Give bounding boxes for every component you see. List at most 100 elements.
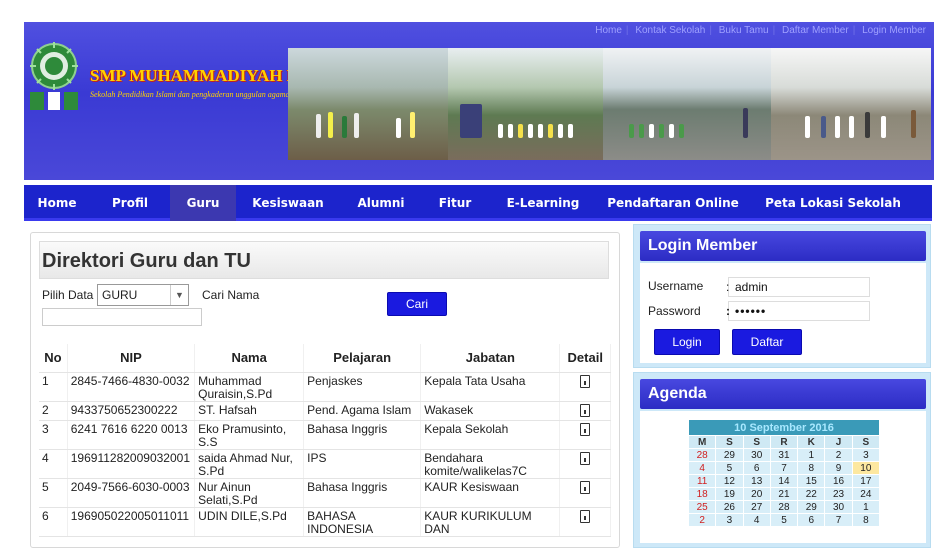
cell-jabatan: KAUR Kesiswaan: [420, 478, 561, 508]
calendar-day[interactable]: 10: [851, 461, 881, 475]
cell-nip: 9433750652300222: [67, 401, 196, 421]
calendar-day[interactable]: 13: [742, 474, 771, 488]
top-link-bukutamu[interactable]: Buku Tamu: [719, 25, 769, 36]
cell-jabatan: KAUR KURIKULUM DAN: [420, 507, 561, 537]
calendar-day[interactable]: 3: [851, 448, 881, 462]
cell-pelajaran: BAHASA INDONESIA: [303, 507, 422, 537]
calendar-day[interactable]: 3: [715, 513, 744, 527]
cell-no: 4: [39, 449, 68, 479]
calendar-day[interactable]: 4: [742, 513, 771, 527]
calendar-day[interactable]: 7: [769, 461, 799, 475]
cell-no: 2: [39, 401, 68, 421]
calendar-day[interactable]: 30: [824, 500, 853, 514]
calendar-day[interactable]: 11: [687, 474, 717, 488]
nav-profil[interactable]: Profil: [90, 185, 170, 221]
agenda-title: Agenda: [640, 379, 926, 409]
cell-detail: [559, 507, 611, 537]
document-icon[interactable]: [580, 374, 591, 388]
calendar-day[interactable]: 30: [742, 448, 771, 462]
calendar-day[interactable]: 7: [824, 513, 853, 527]
cell-nama: Muhammad Quraisin,S.Pd: [194, 372, 305, 402]
cari-button[interactable]: Cari: [387, 292, 447, 316]
page-title: Direktori Guru dan TU: [42, 250, 251, 272]
calendar-day[interactable]: 20: [742, 487, 771, 501]
document-icon[interactable]: [580, 422, 591, 436]
nav-peta-lokasi[interactable]: Peta Lokasi Sekolah: [748, 185, 918, 221]
calendar-day[interactable]: 29: [797, 500, 826, 514]
cell-jabatan: Kepala Sekolah: [420, 420, 561, 450]
cell-nip: 196911282009032001: [67, 449, 196, 479]
calendar-weekday: K: [797, 435, 826, 449]
nav-guru[interactable]: Guru: [170, 185, 236, 221]
login-button[interactable]: Login: [654, 329, 720, 355]
cell-detail: [559, 372, 611, 402]
top-link-daftar-member[interactable]: Daftar Member: [782, 25, 849, 36]
username-field[interactable]: : admin: [726, 277, 870, 297]
calendar-day[interactable]: 5: [769, 513, 799, 527]
cell-no: 1: [39, 372, 68, 402]
calendar-day[interactable]: 16: [824, 474, 853, 488]
calendar-day[interactable]: 22: [797, 487, 826, 501]
top-link-kontak[interactable]: Kontak Sekolah: [635, 25, 705, 36]
calendar-day[interactable]: 29: [715, 448, 744, 462]
calendar-day[interactable]: 6: [797, 513, 826, 527]
pilih-data-select[interactable]: GURU ▼: [97, 284, 189, 306]
calendar-day[interactable]: 14: [769, 474, 799, 488]
cell-detail: [559, 420, 611, 450]
password-label: Password: [648, 304, 701, 318]
cell-detail: [559, 449, 611, 479]
cell-nip: 2049-7566-6030-0003: [67, 478, 196, 508]
cell-jabatan: Wakasek: [420, 401, 561, 421]
nav-fitur[interactable]: Fitur: [422, 185, 488, 221]
search-input[interactable]: [42, 308, 202, 326]
calendar-day[interactable]: 24: [851, 487, 881, 501]
calendar-day[interactable]: 18: [687, 487, 717, 501]
calendar-week: 18 19 20 21 22 23 24: [687, 487, 881, 501]
calendar-month[interactable]: 10 September 2016: [688, 419, 880, 436]
calendar-day[interactable]: 26: [715, 500, 744, 514]
daftar-button[interactable]: Daftar: [732, 329, 802, 355]
header-photo-2: [448, 48, 603, 160]
password-field[interactable]: : ••••••: [726, 301, 870, 321]
document-icon[interactable]: [580, 403, 591, 417]
cell-no: 5: [39, 478, 68, 508]
top-link-login-member[interactable]: Login Member: [862, 25, 926, 36]
calendar-day[interactable]: 2: [824, 448, 853, 462]
calendar-day[interactable]: 12: [715, 474, 744, 488]
calendar-day[interactable]: 19: [715, 487, 744, 501]
username-value: admin: [735, 280, 768, 294]
login-panel: Login Member Username : admin Password : •…: [633, 224, 931, 368]
document-icon[interactable]: [580, 451, 591, 465]
col-nama: Nama: [194, 344, 305, 373]
calendar-day[interactable]: 4: [687, 461, 717, 475]
calendar-day[interactable]: 8: [851, 513, 881, 527]
calendar-day[interactable]: 23: [824, 487, 853, 501]
calendar-weekday: S: [715, 435, 744, 449]
nav-pendaftaran-online[interactable]: Pendaftaran Online: [598, 185, 748, 221]
top-link-home[interactable]: Home: [595, 25, 622, 36]
calendar-day[interactable]: 2: [687, 513, 717, 527]
calendar-day[interactable]: 21: [769, 487, 799, 501]
calendar-day[interactable]: 28: [769, 500, 799, 514]
nav-alumni[interactable]: Alumni: [340, 185, 422, 221]
document-icon[interactable]: [580, 509, 591, 523]
calendar-day[interactable]: 17: [851, 474, 881, 488]
nav-elearning[interactable]: E-Learning: [488, 185, 598, 221]
calendar-day[interactable]: 9: [824, 461, 853, 475]
calendar-day[interactable]: 8: [797, 461, 826, 475]
table-row: 2 9433750652300222 ST. Hafsah Pend. Agama I…: [39, 401, 611, 421]
calendar-day[interactable]: 6: [742, 461, 771, 475]
header-photo-4: [771, 48, 931, 160]
calendar-day[interactable]: 1: [851, 500, 881, 514]
calendar-day[interactable]: 25: [687, 500, 717, 514]
calendar-day[interactable]: 5: [715, 461, 744, 475]
calendar-day[interactable]: 28: [687, 448, 717, 462]
document-icon[interactable]: [580, 480, 591, 494]
calendar-day[interactable]: 27: [742, 500, 771, 514]
calendar-day[interactable]: 1: [797, 448, 826, 462]
cell-pelajaran: IPS: [303, 449, 422, 479]
calendar-day[interactable]: 15: [797, 474, 826, 488]
nav-home[interactable]: Home: [24, 185, 90, 221]
nav-kesiswaan[interactable]: Kesiswaan: [236, 185, 340, 221]
calendar-day[interactable]: 31: [769, 448, 799, 462]
